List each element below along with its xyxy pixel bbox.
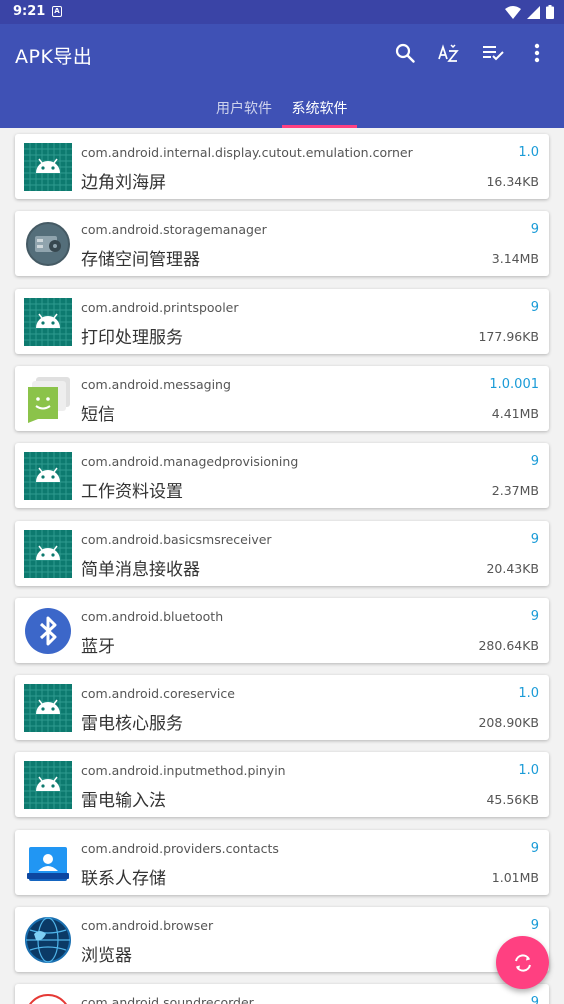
signal-icon: [527, 5, 540, 19]
app-version: 9: [530, 918, 539, 933]
app-list-item[interactable]: com.android.bluetooth 蓝牙 9 280.64KB: [15, 597, 549, 663]
app-size: 280.64KB: [478, 637, 539, 653]
app-size: 20.43KB: [486, 560, 539, 576]
app-size: 16.34KB: [486, 174, 539, 189]
app-list-item[interactable]: com.android.soundrecorder 9: [15, 984, 549, 1004]
app-version: 9: [530, 995, 539, 1004]
app-list-item[interactable]: com.android.providers.contacts 联系人存储 9 1.01…: [15, 829, 549, 895]
app-version: 1.0: [518, 686, 539, 702]
app-size: 208.90KB: [478, 715, 539, 731]
app-version: 9: [530, 531, 539, 547]
battery-icon: [546, 5, 554, 19]
tab-bar: 用户软件 系统软件: [0, 92, 564, 128]
app-list-item[interactable]: com.android.coreservice 雷电核心服务 1.0 208.90KB: [15, 675, 549, 741]
list-check-icon: [483, 46, 504, 61]
app-version: 1.0.001: [489, 376, 539, 392]
app-size: 2.37MB: [491, 483, 539, 499]
storage-manager-icon: [24, 220, 72, 268]
toolbar-actions: [392, 40, 550, 66]
app-name: 边角刘海屏: [81, 173, 166, 193]
app-size: 1.01MB: [491, 869, 539, 885]
sort-button[interactable]: [436, 40, 462, 66]
app-version: 9: [530, 608, 539, 624]
package-name: com.android.providers.contacts: [81, 840, 279, 856]
status-time: 9:21: [13, 4, 46, 19]
app-name: 雷电输入法: [81, 791, 166, 812]
android-icon: [24, 452, 72, 501]
app-list-item[interactable]: com.android.managedprovisioning 工作资料设置 9 2.…: [15, 443, 549, 509]
android-icon: [24, 143, 72, 191]
app-name: 存储空间管理器: [81, 250, 200, 271]
refresh-fab[interactable]: [496, 936, 549, 989]
search-button[interactable]: [392, 40, 418, 66]
app-version: 1.0: [518, 145, 539, 160]
tab-system-apps[interactable]: 系统软件: [282, 98, 357, 128]
app-name: 蓝牙: [81, 636, 115, 657]
package-name: com.android.managedprovisioning: [81, 454, 299, 470]
more-vert-icon: [534, 43, 540, 63]
select-list-button[interactable]: [480, 40, 506, 66]
app-version: 9: [530, 840, 539, 856]
app-name: 打印处理服务: [81, 327, 183, 348]
app-name: 联系人存储: [81, 868, 166, 889]
status-bar: 9:21 A: [0, 0, 564, 24]
sound-recorder-icon: [24, 993, 72, 1004]
app-name: 雷电核心服务: [81, 714, 183, 735]
app-version: 9: [530, 299, 539, 315]
app-list-item[interactable]: com.android.basicsmsreceiver 简单消息接收器 9 20.4…: [15, 520, 549, 586]
notification-icon: A: [52, 6, 62, 17]
messaging-icon: [24, 375, 72, 423]
sort-az-icon: [438, 44, 459, 62]
app-name: 简单消息接收器: [81, 559, 200, 580]
system-icons: [505, 5, 554, 19]
package-name: com.android.printspooler: [81, 299, 239, 315]
package-name: com.android.coreservice: [81, 686, 235, 702]
app-bar: APK导出 用户软件 系统软件: [0, 24, 564, 128]
package-name: com.android.browser: [81, 918, 214, 933]
android-icon: [24, 297, 72, 346]
app-size: 3.14MB: [491, 251, 539, 267]
android-icon: [24, 684, 72, 733]
app-version: 9: [530, 222, 539, 238]
app-list-item[interactable]: com.android.inputmethod.pinyin 雷电输入法 1.0 45…: [15, 752, 549, 818]
wifi-icon: [505, 5, 521, 19]
app-name: 短信: [81, 404, 115, 425]
package-name: com.android.storagemanager: [81, 222, 267, 238]
app-name: 工作资料设置: [81, 482, 183, 503]
bluetooth-icon: [24, 607, 72, 655]
app-list-item[interactable]: com.android.printspooler 打印处理服务 9 177.96KB: [15, 288, 549, 354]
app-list-item[interactable]: com.android.messaging 短信 1.0.001 4.41MB: [15, 365, 549, 431]
package-name: com.android.messaging: [81, 376, 231, 392]
android-icon: [24, 761, 72, 810]
search-icon: [395, 43, 415, 63]
contacts-icon: [24, 839, 72, 887]
app-list-item[interactable]: com.android.storagemanager 存储空间管理器 9 3.14MB: [15, 211, 549, 277]
app-title: APK导出: [15, 46, 93, 68]
app-name: 浏览器: [81, 946, 132, 966]
more-options-button[interactable]: [524, 40, 550, 66]
package-name: com.android.internal.display.cutout.emul…: [81, 145, 413, 160]
app-list[interactable]: com.android.internal.display.cutout.emul…: [0, 128, 564, 1004]
package-name: com.android.soundrecorder: [81, 995, 254, 1004]
app-size: 45.56KB: [486, 792, 539, 808]
app-size: 4.41MB: [491, 405, 539, 421]
app-size: 177.96KB: [478, 328, 539, 344]
refresh-icon: [514, 953, 531, 972]
app-version: 1.0: [518, 763, 539, 779]
app-list-item[interactable]: com.android.internal.display.cutout.emul…: [15, 134, 549, 199]
app-list-item[interactable]: com.android.browser浏览器91: [15, 907, 549, 972]
tab-user-apps[interactable]: 用户软件: [210, 98, 278, 128]
android-icon: [24, 529, 72, 578]
browser-globe-icon: [24, 916, 72, 964]
app-version: 9: [530, 454, 539, 470]
package-name: com.android.basicsmsreceiver: [81, 531, 272, 547]
package-name: com.android.inputmethod.pinyin: [81, 763, 286, 779]
package-name: com.android.bluetooth: [81, 608, 224, 624]
